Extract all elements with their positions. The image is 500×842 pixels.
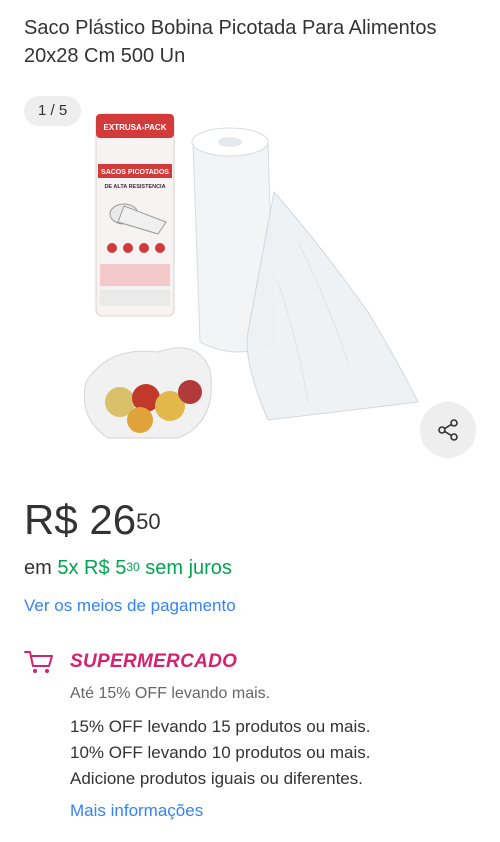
product-title: Saco Plástico Bobina Picotada Para Alime… bbox=[24, 17, 437, 67]
package-brand-text: EXTRUSA-PACK bbox=[104, 123, 167, 132]
promo-line: 15% OFF levando 15 produtos ou mais. bbox=[70, 717, 371, 736]
installments-integer: 5 bbox=[115, 557, 127, 579]
price-currency: R$ bbox=[24, 496, 78, 543]
installments: em 5x R$ 530 sem juros bbox=[24, 554, 232, 582]
supermarket-row: SUPERMERCADO bbox=[24, 648, 237, 676]
package-label-text: SACOS PICOTADOS bbox=[101, 169, 169, 176]
price-cents: 50 bbox=[136, 509, 161, 534]
package-illustration: EXTRUSA-PACK SACOS PICOTADOS DE ALTA RES… bbox=[95, 113, 175, 317]
promo-subtitle: Até 15% OFF levando mais. bbox=[70, 685, 271, 702]
bag-roll-illustration bbox=[191, 127, 419, 421]
installments-cents: 30 bbox=[126, 560, 140, 574]
cart-icon bbox=[24, 651, 53, 673]
installments-currency: R$ bbox=[84, 557, 110, 579]
installments-suffix: sem juros bbox=[145, 557, 232, 579]
supermarket-label: SUPERMERCADO bbox=[70, 651, 238, 672]
promo-section: Até 15% OFF levando mais. 15% OFF levand… bbox=[70, 682, 490, 824]
payment-methods-link[interactable]: Ver os meios de pagamento bbox=[24, 594, 236, 618]
share-icon bbox=[438, 419, 458, 441]
product-gallery[interactable]: 1 / 5 EXTRUSA-PACK SACOS PICOTADOS DE AL… bbox=[0, 92, 500, 472]
price: R$ 2650 bbox=[24, 494, 161, 546]
package-sublabel-text: DE ALTA RESISTENCIA bbox=[104, 184, 165, 190]
product-image[interactable]: EXTRUSA-PACK SACOS PICOTADOS DE ALTA RES… bbox=[78, 102, 438, 442]
promo-line: Adicione produtos iguais ou diferentes. bbox=[70, 769, 363, 788]
fruit-bag-illustration bbox=[83, 347, 212, 439]
installments-prefix: em bbox=[24, 557, 52, 579]
image-counter: 1 / 5 bbox=[24, 96, 82, 126]
more-info-link[interactable]: Mais informações bbox=[70, 798, 490, 824]
price-integer: 26 bbox=[89, 496, 137, 543]
installments-count: 5x bbox=[57, 557, 79, 579]
promo-line: 10% OFF levando 10 produtos ou mais. bbox=[70, 743, 371, 762]
share-button[interactable] bbox=[420, 402, 476, 458]
